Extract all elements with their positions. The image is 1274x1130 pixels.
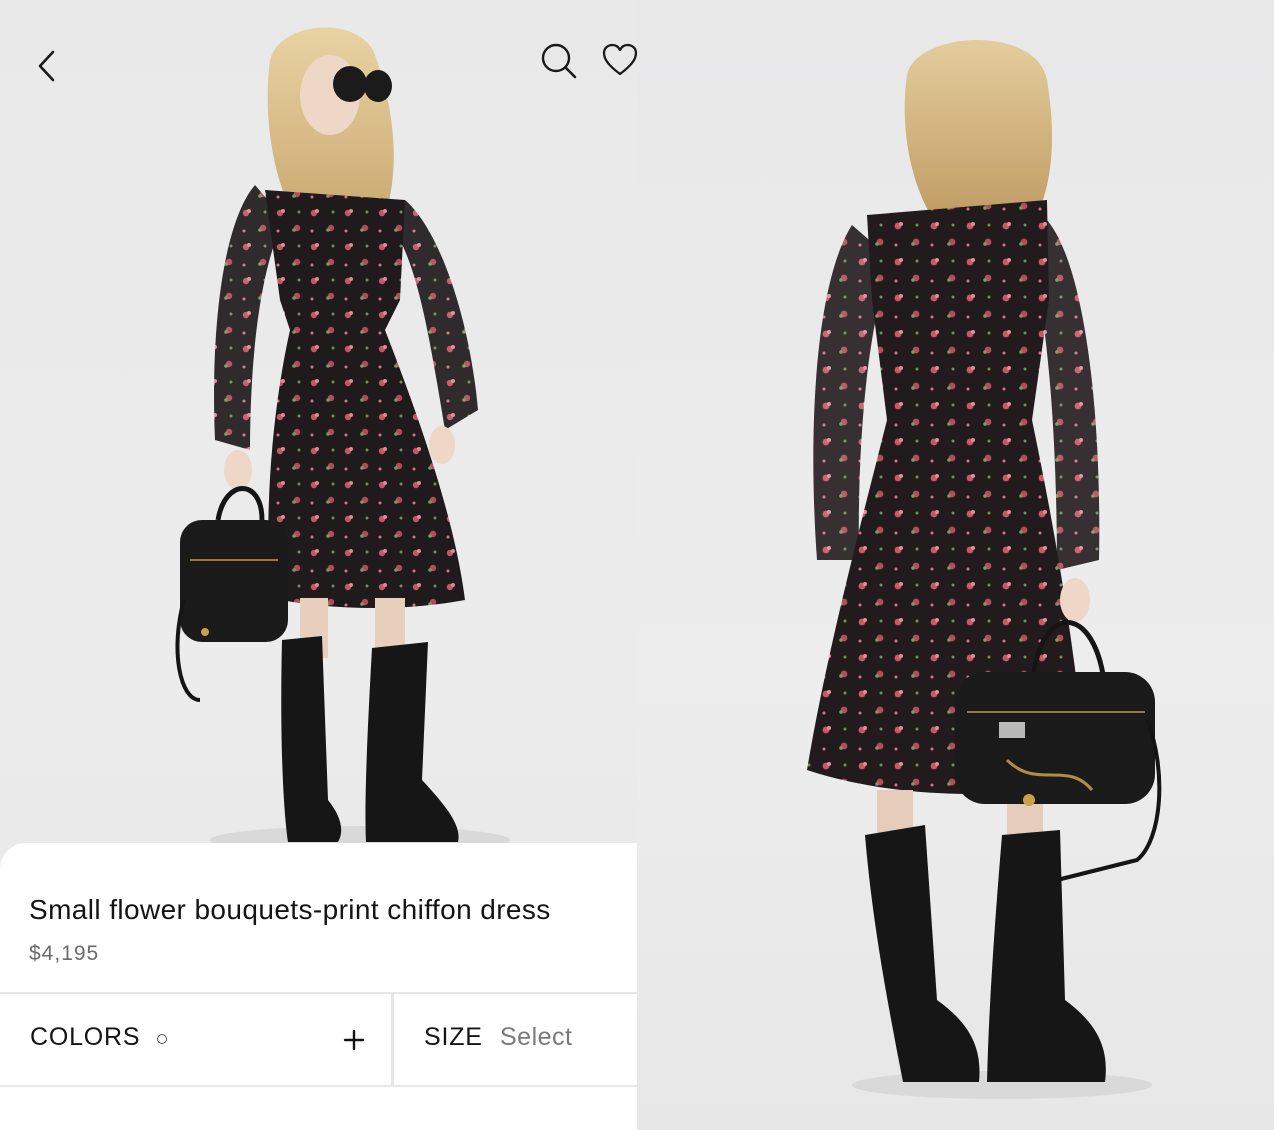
heart-icon xyxy=(602,43,637,76)
back-button[interactable] xyxy=(28,42,68,90)
colors-label: COLORS xyxy=(30,1023,141,1051)
product-title: Small flower bouquets-print chiffon dres… xyxy=(29,894,551,925)
color-swatch[interactable] xyxy=(157,1034,167,1044)
size-select-value[interactable]: Select xyxy=(500,1023,572,1052)
plus-icon[interactable] xyxy=(342,1022,366,1056)
size-label: SIZE xyxy=(424,1023,483,1051)
divider xyxy=(0,1085,637,1087)
product-photo-back xyxy=(807,40,1162,1099)
wishlist-button[interactable] xyxy=(598,38,637,84)
product-image-front-panel: Small flower bouquets-print chiffon dres… xyxy=(0,0,637,1130)
search-icon xyxy=(541,43,577,79)
chevron-left-icon xyxy=(38,50,55,82)
product-image-back-panel xyxy=(637,0,1274,1130)
product-price: $4,195 xyxy=(29,942,100,965)
search-button[interactable] xyxy=(536,38,582,84)
